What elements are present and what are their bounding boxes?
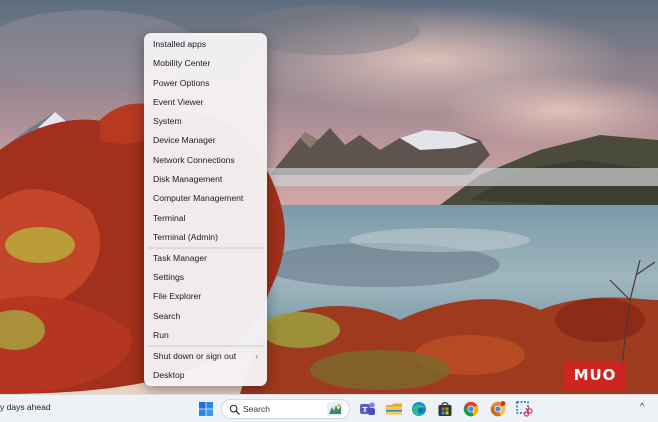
- chrome-button[interactable]: [461, 399, 481, 419]
- menu-item-label: Terminal: [153, 212, 186, 223]
- menu-item-label: Settings: [153, 272, 185, 283]
- weather-widget-text[interactable]: y days ahead: [0, 402, 51, 412]
- teams-meet-button[interactable]: T: [357, 399, 377, 419]
- menu-item-label: Desktop: [153, 370, 185, 381]
- menu-item-label: Event Viewer: [153, 96, 204, 107]
- menu-item-label: System: [153, 116, 182, 127]
- edge-button[interactable]: [409, 399, 429, 419]
- search-icon: [229, 404, 240, 415]
- start-button[interactable]: [196, 399, 216, 419]
- menu-item-label: Search: [153, 310, 181, 321]
- snipping-tool-button[interactable]: [514, 399, 534, 419]
- menu-item-label: Mobility Center: [153, 58, 211, 69]
- snipping-tool-icon: [516, 401, 533, 417]
- desktop-wallpaper: [0, 0, 658, 394]
- menu-item-terminal[interactable]: Terminal: [144, 209, 267, 228]
- menu-item-search[interactable]: Search: [144, 307, 267, 326]
- chrome-icon: [463, 401, 479, 417]
- menu-item-label: Disk Management: [153, 174, 223, 185]
- menu-item-label: Task Manager: [153, 252, 207, 263]
- file-explorer-icon: [386, 403, 402, 415]
- menu-item-network-connections[interactable]: Network Connections: [144, 151, 267, 170]
- chevron-right-icon: ›: [255, 351, 258, 361]
- menu-item-label: Shut down or sign out: [153, 350, 237, 361]
- menu-item-desktop[interactable]: Desktop: [144, 366, 267, 385]
- menu-item-task-manager[interactable]: Task Manager: [144, 249, 267, 268]
- menu-item-system[interactable]: System: [144, 112, 267, 131]
- microsoft-store-icon: [438, 402, 452, 416]
- menu-item-installed-apps[interactable]: Installed apps: [144, 35, 267, 54]
- menu-item-terminal-admin[interactable]: Terminal (Admin): [144, 228, 267, 247]
- menu-item-event-viewer[interactable]: Event Viewer: [144, 93, 267, 112]
- taskbar-search-box[interactable]: Search: [221, 399, 350, 419]
- muo-watermark: MUO: [564, 361, 626, 389]
- start-icon: [199, 402, 213, 416]
- winx-context-menu: Installed apps Mobility Center Power Optio…: [144, 33, 267, 386]
- search-label: Search: [243, 404, 270, 414]
- svg-text:T: T: [363, 406, 368, 414]
- chrome-canary-icon: [490, 401, 506, 417]
- edge-icon: [412, 402, 426, 416]
- file-explorer-button[interactable]: [384, 399, 404, 419]
- teams-meet-icon: T: [360, 402, 375, 415]
- menu-item-file-explorer[interactable]: File Explorer: [144, 287, 267, 306]
- menu-item-settings[interactable]: Settings: [144, 268, 267, 287]
- menu-item-label: Installed apps: [153, 39, 207, 49]
- menu-item-label: Terminal (Admin): [153, 231, 218, 242]
- menu-item-label: Network Connections: [153, 154, 235, 165]
- menu-item-run[interactable]: Run: [144, 326, 267, 345]
- taskbar: y days ahead Search T ^: [0, 394, 658, 422]
- menu-item-label: File Explorer: [153, 291, 202, 302]
- system-tray-chevron-icon[interactable]: ^: [640, 401, 644, 411]
- menu-item-shut-down[interactable]: Shut down or sign out ›: [144, 347, 267, 366]
- menu-item-mobility-center[interactable]: Mobility Center: [144, 54, 267, 73]
- chrome-canary-button[interactable]: [488, 399, 508, 419]
- menu-item-label: Device Manager: [153, 135, 216, 146]
- microsoft-store-button[interactable]: [435, 399, 455, 419]
- menu-item-disk-management[interactable]: Disk Management: [144, 170, 267, 189]
- menu-item-power-options[interactable]: Power Options: [144, 74, 267, 93]
- menu-item-label: Computer Management: [153, 193, 244, 204]
- menu-item-device-manager[interactable]: Device Manager: [144, 131, 267, 150]
- menu-item-label: Power Options: [153, 77, 210, 88]
- search-highlight-icon: [327, 402, 343, 416]
- menu-item-computer-management[interactable]: Computer Management: [144, 189, 267, 208]
- menu-item-label: Run: [153, 330, 169, 341]
